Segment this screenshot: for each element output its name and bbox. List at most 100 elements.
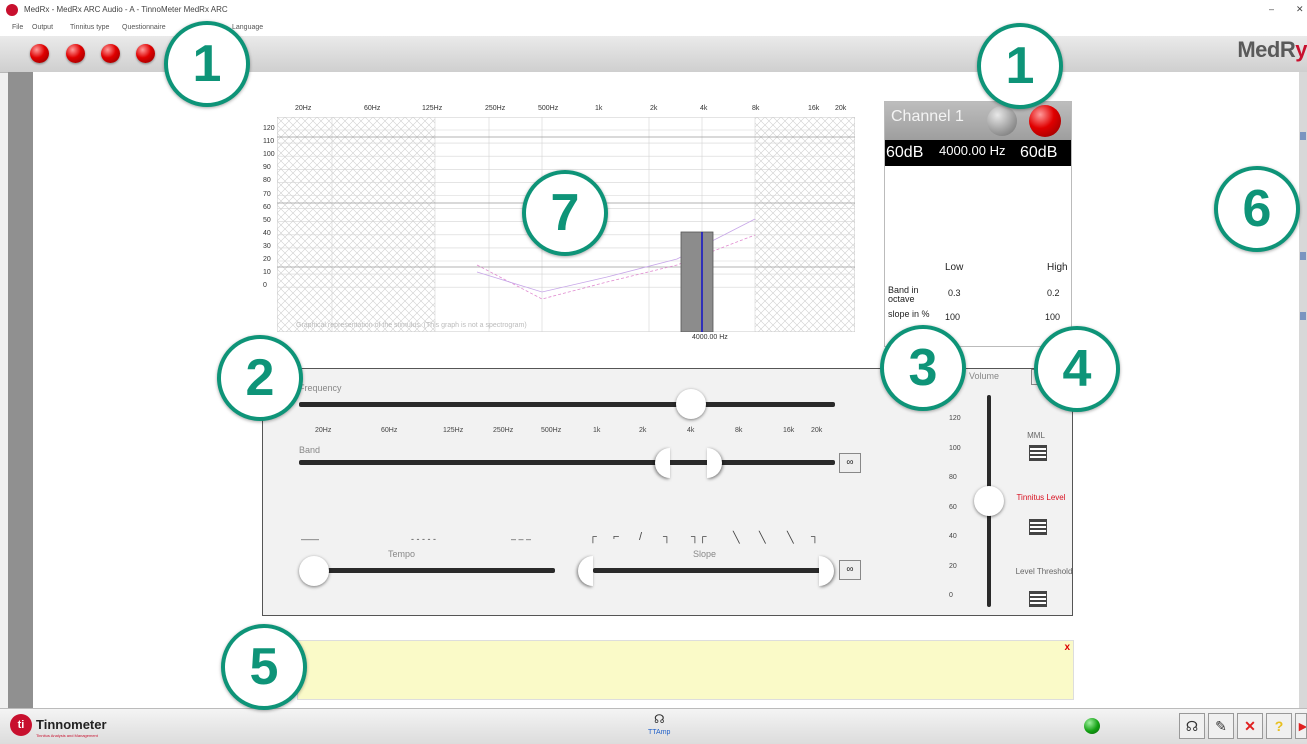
minimize-button[interactable]: ‒	[1269, 4, 1274, 14]
tempo-pattern-option[interactable]: - - - - -	[411, 534, 436, 544]
slope-pattern-option[interactable]: ╲	[759, 531, 766, 544]
channel-info-bar: 60dB 4000.00 Hz 60dB	[885, 140, 1071, 166]
close-window-button[interactable]: ✕	[1296, 4, 1304, 15]
channel-led-1[interactable]	[30, 44, 49, 63]
volume-tick-label: 120	[949, 415, 961, 422]
frequency-tick-label: 20Hz	[315, 427, 332, 434]
frequency-tick-label: 1k	[593, 427, 601, 434]
slope-pattern-option[interactable]: ⌐	[613, 531, 619, 543]
status-bar: ti Tinnometer Tinnitus Analysis and Mana…	[0, 708, 1307, 744]
app-icon	[6, 4, 18, 16]
band-high-value: 0.2	[1047, 288, 1060, 298]
graph-hatch-low	[277, 117, 435, 332]
channel-right-level: 60dB	[1020, 144, 1058, 161]
slope-slider-track[interactable]	[593, 568, 825, 573]
slope-pattern-option[interactable]: ┐┌	[691, 531, 707, 543]
slope-slider-high-thumb[interactable]	[819, 556, 834, 586]
volume-label: Volume	[969, 371, 1000, 381]
frequency-slider-track[interactable]	[299, 402, 835, 407]
cancel-icon[interactable]: ✕	[1237, 713, 1263, 739]
graph-freq-label: 250Hz	[485, 105, 506, 112]
message-close-button[interactable]: x	[1064, 642, 1070, 653]
tempo-slider-track[interactable]	[323, 568, 555, 573]
microphone-icon[interactable]: ✎	[1208, 713, 1234, 739]
tempo-slider-thumb[interactable]	[299, 556, 329, 586]
graph-marker-label: 4000.00 Hz	[692, 334, 728, 341]
channel-mute-button[interactable]	[987, 106, 1017, 136]
menu-output[interactable]: Output	[32, 24, 53, 31]
slope-pattern-option[interactable]: ┌	[589, 531, 597, 543]
volume-slider-thumb[interactable]	[974, 486, 1004, 516]
help-icon[interactable]: ?	[1266, 713, 1292, 739]
graph-db-label: 100	[263, 151, 275, 159]
tinnometer-subtitle: Tinnitus Analysis and Management	[36, 733, 98, 738]
tempo-label: Tempo	[388, 549, 416, 559]
band-link-button[interactable]: ∞	[839, 453, 861, 473]
menu-tinnitus-type[interactable]: Tinnitus type	[70, 24, 109, 31]
slope-pattern-option[interactable]: /	[639, 531, 642, 543]
tempo-pattern-option[interactable]: ——	[301, 534, 319, 544]
graph-freq-label: 8k	[752, 105, 760, 112]
graph-db-label: 60	[263, 203, 271, 211]
channel-led-3[interactable]	[101, 44, 120, 63]
menu-questionnaire[interactable]: Questionnaire	[122, 24, 166, 31]
callout-1-toolbar: 1	[164, 21, 250, 107]
slope-pattern-option[interactable]: ┐	[663, 531, 671, 543]
graph-db-label: 0	[263, 282, 267, 290]
mml-button[interactable]	[1029, 445, 1047, 461]
tinnitus-level-icon	[1029, 519, 1047, 535]
channel-active-led[interactable]	[1029, 105, 1061, 137]
graph-freq-label: 2k	[650, 105, 658, 112]
tinnitus-level-button[interactable]	[1029, 519, 1047, 535]
right-scrollbar[interactable]	[1299, 72, 1307, 708]
graph-freq-label: 4k	[700, 105, 708, 112]
level-threshold-icon	[1029, 591, 1047, 607]
stimulus-controls-panel: Frequency 20Hz 60Hz 125Hz 250Hz 500Hz 1k 2k 4k 8…	[262, 368, 1073, 616]
callout-7-graph: 7	[522, 170, 608, 256]
graph-db-label: 90	[263, 164, 271, 172]
callout-1-channel: 1	[977, 23, 1063, 109]
band-octave-label: Band in octave	[888, 285, 919, 304]
slope-percent-label: slope in %	[888, 309, 930, 319]
volume-tick-label: 40	[949, 533, 957, 540]
headphones-icon[interactable]: ☊	[654, 712, 665, 726]
tempo-pattern-option[interactable]: – – –	[511, 534, 531, 544]
channel-left-level: 60dB	[886, 144, 924, 161]
graph-hatch-high	[755, 117, 855, 332]
graph-db-label: 80	[263, 177, 271, 185]
volume-tick-label: 60	[949, 503, 957, 511]
mml-label: MML	[1027, 431, 1045, 440]
window-titlebar: MedRx - MedRx ARC Audio - A - TinnoMeter…	[0, 0, 1307, 22]
menu-file[interactable]: File	[12, 24, 23, 31]
channel-led-4[interactable]	[136, 44, 155, 63]
graph-freq-label: 20Hz	[295, 105, 312, 112]
headphone-setup-icon[interactable]: ☊	[1179, 713, 1205, 739]
slope-pattern-option[interactable]: ┐	[811, 531, 819, 543]
band-slider-low-thumb[interactable]	[655, 448, 670, 478]
slope-pattern-option[interactable]: ╲	[733, 531, 740, 544]
frequency-slider-thumb[interactable]	[676, 389, 706, 419]
exit-icon[interactable]: ►	[1295, 713, 1307, 739]
frequency-tick-label: 125Hz	[443, 427, 464, 434]
menu-language[interactable]: Language	[232, 24, 263, 31]
col-low-header: Low	[945, 262, 964, 273]
band-low-value: 0.3	[948, 288, 961, 298]
slope-link-button[interactable]: ∞	[839, 560, 861, 580]
tinnometer-logo-icon: ti	[10, 714, 32, 736]
channel-title: Channel 1	[891, 108, 964, 125]
frequency-tick-label: 500Hz	[541, 427, 562, 434]
medrx-logo: MedRy	[1237, 37, 1307, 62]
graph-db-label: 30	[263, 242, 271, 250]
frequency-tick-label: 250Hz	[493, 427, 514, 434]
band-slider-high-thumb[interactable]	[707, 448, 722, 478]
channel-led-2[interactable]	[66, 44, 85, 63]
graph-freq-label: 16k	[808, 105, 820, 112]
stimulus-band	[680, 231, 714, 332]
band-slider-track[interactable]	[299, 460, 835, 465]
graph-db-label: 120	[263, 125, 275, 132]
level-threshold-button[interactable]	[1029, 591, 1047, 607]
left-panel-strip	[8, 72, 33, 708]
callout-3-volume: 3	[880, 325, 966, 411]
slope-pattern-option[interactable]: ╲	[787, 531, 794, 544]
slope-slider-low-thumb[interactable]	[578, 556, 593, 586]
